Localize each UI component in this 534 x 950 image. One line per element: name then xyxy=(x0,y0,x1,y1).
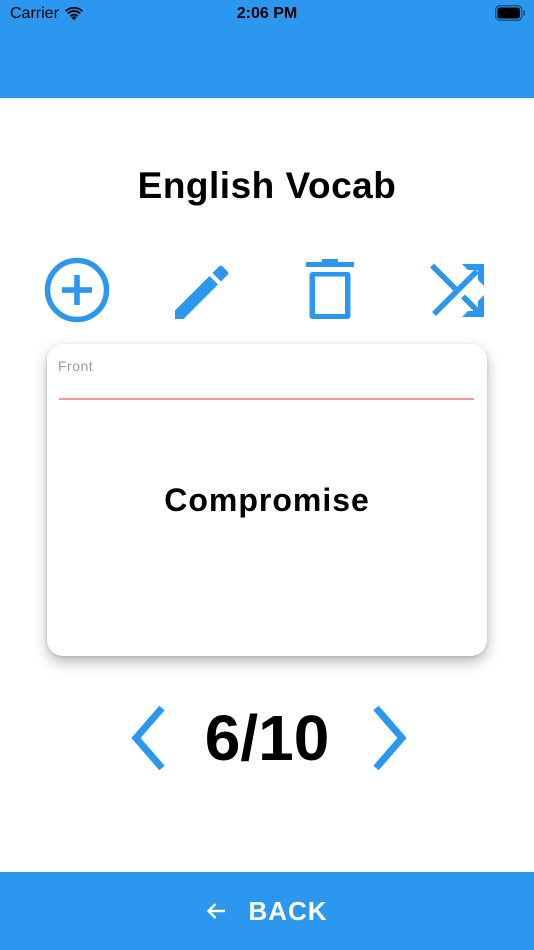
delete-card-button[interactable] xyxy=(296,256,364,324)
pager: 6/10 xyxy=(0,700,534,776)
shuffle-button[interactable] xyxy=(423,256,491,324)
flashcard[interactable]: Front Compromise xyxy=(47,344,487,656)
back-label: BACK xyxy=(248,895,328,926)
edit-card-button[interactable] xyxy=(170,256,238,324)
back-button-content: BACK xyxy=(206,896,327,927)
shuffle-icon xyxy=(430,263,484,317)
card-counter: 6/10 xyxy=(204,702,330,774)
arrow-left-icon xyxy=(207,903,226,919)
add-circle-icon xyxy=(44,257,110,323)
back-button[interactable]: BACK xyxy=(0,872,534,950)
deck-title: English Vocab xyxy=(137,165,397,206)
pencil-icon xyxy=(175,265,229,319)
battery-icon xyxy=(495,5,525,21)
add-card-button[interactable] xyxy=(43,256,111,324)
card-side-underline xyxy=(59,398,474,400)
status-bar: Carrier 2:06 PM xyxy=(0,0,534,28)
card-side-label: Front xyxy=(58,358,94,374)
status-time: 2:06 PM xyxy=(236,5,298,22)
next-card-button[interactable] xyxy=(360,700,416,776)
trash-icon xyxy=(306,259,354,319)
chevron-right-icon xyxy=(373,705,407,771)
card-text: Compromise xyxy=(164,482,370,518)
